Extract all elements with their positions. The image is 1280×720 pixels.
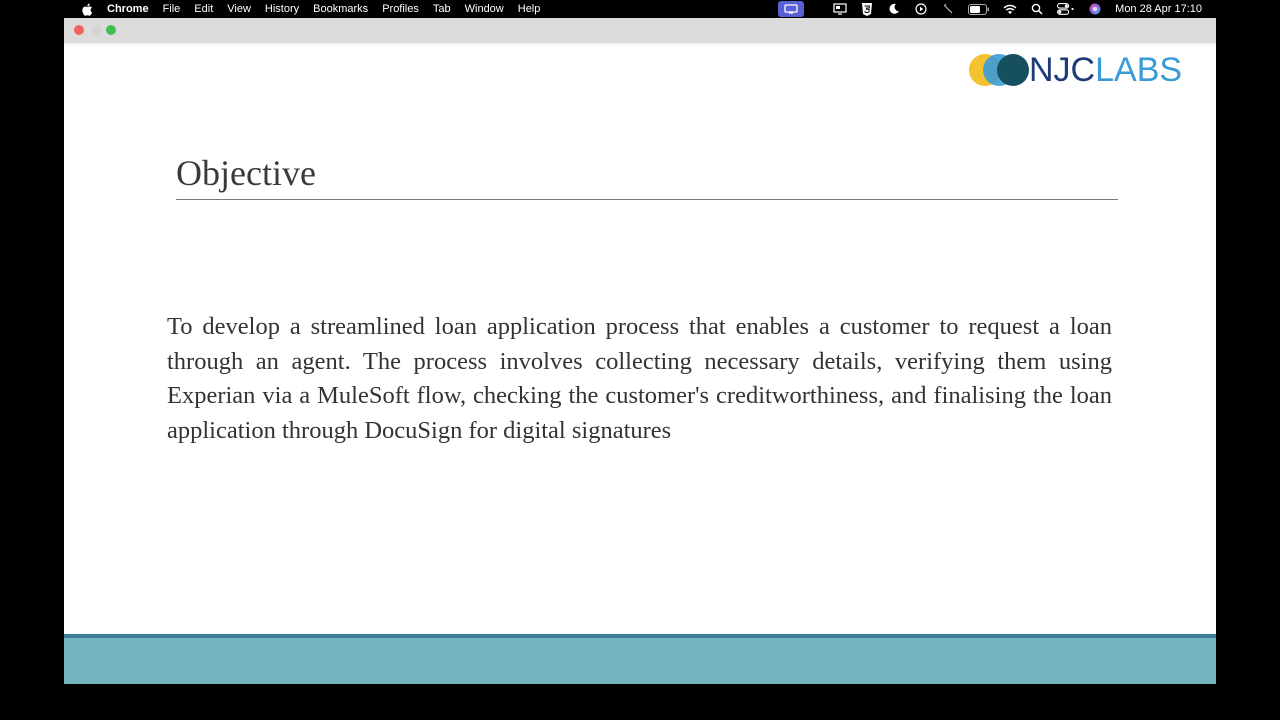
menu-window[interactable]: Window: [465, 3, 504, 15]
search-icon[interactable]: [1030, 3, 1044, 15]
njc-labs-logo: NJCLABS: [969, 50, 1182, 90]
minimize-window-button[interactable]: [92, 25, 102, 35]
title-divider: [176, 199, 1118, 200]
battery-icon[interactable]: [968, 3, 990, 15]
html5-icon[interactable]: [860, 2, 874, 16]
menu-tab[interactable]: Tab: [433, 3, 451, 15]
wifi-icon[interactable]: [1003, 3, 1017, 15]
footer-band: [64, 638, 1216, 684]
browser-window: NJCLABS Objective To develop a streamlin…: [64, 18, 1216, 684]
logo-circles-icon: [969, 54, 1031, 86]
menu-chrome[interactable]: Chrome: [107, 3, 149, 15]
menu-history[interactable]: History: [265, 3, 299, 15]
menu-bar: Chrome File Edit View History Bookmarks …: [0, 0, 1280, 18]
control-center-icon[interactable]: [1057, 3, 1075, 15]
play-icon[interactable]: [914, 3, 928, 15]
moon-icon[interactable]: [887, 3, 901, 15]
siri-icon[interactable]: [1088, 3, 1102, 15]
window-titlebar: [64, 18, 1216, 43]
maximize-window-button[interactable]: [106, 25, 116, 35]
screen-share-icon[interactable]: [778, 1, 805, 17]
apple-icon[interactable]: [81, 2, 93, 16]
pen-icon[interactable]: [941, 3, 955, 15]
display-icon[interactable]: [833, 3, 847, 15]
menu-file[interactable]: File: [163, 3, 181, 15]
menu-view[interactable]: View: [227, 3, 251, 15]
menu-clock[interactable]: Mon 28 Apr 17:10: [1115, 3, 1202, 15]
slide-body-text: To develop a streamlined loan applicatio…: [167, 313, 1112, 444]
close-window-button[interactable]: [74, 25, 84, 35]
menu-profiles[interactable]: Profiles: [382, 3, 419, 15]
menu-help[interactable]: Help: [518, 3, 541, 15]
logo-njc-text: NJC: [1029, 50, 1096, 89]
menu-edit[interactable]: Edit: [194, 3, 213, 15]
slide-title: Objective: [176, 153, 316, 193]
status-area: Mon 28 Apr 17:10: [778, 0, 1202, 18]
menu-bookmarks[interactable]: Bookmarks: [313, 3, 368, 15]
logo-labs-text: LABS: [1095, 50, 1183, 89]
